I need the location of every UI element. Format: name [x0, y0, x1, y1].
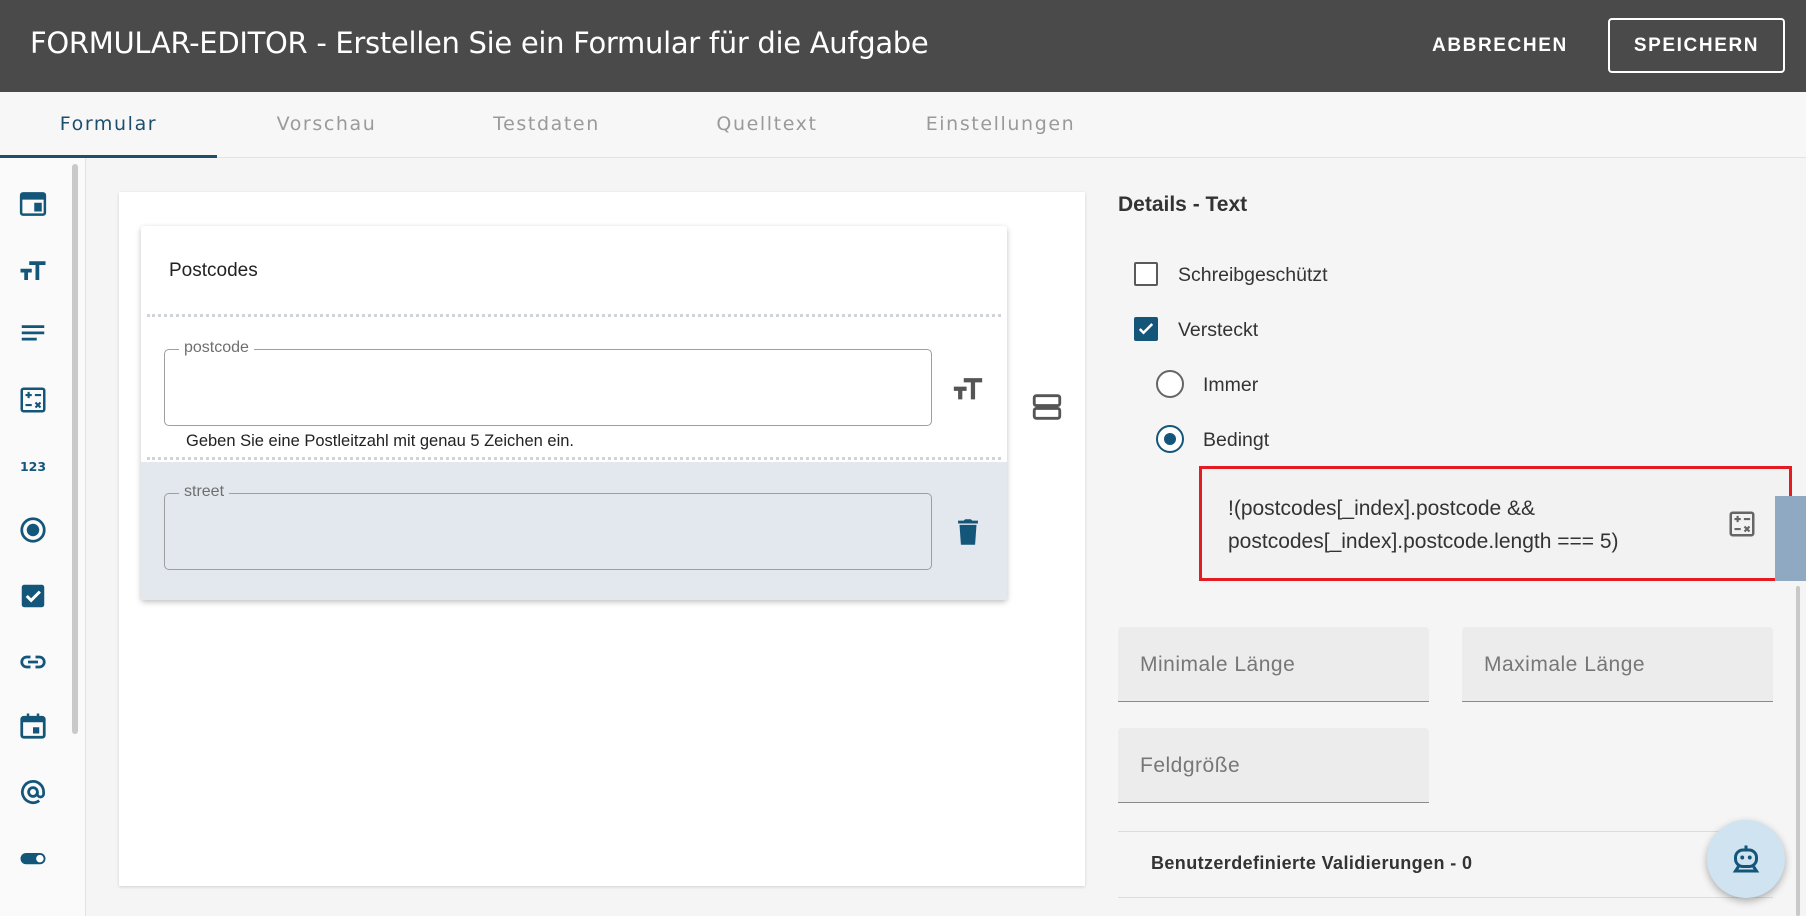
layout-rows-icon[interactable]	[1030, 390, 1064, 424]
street-field-label: street	[179, 483, 230, 501]
save-button[interactable]: SPEICHERN	[1608, 18, 1785, 73]
delete-icon[interactable]	[951, 515, 985, 549]
dropzone-divider	[147, 457, 1001, 460]
tab-bar: Formular Vorschau Testdaten Quelltext Ei…	[0, 92, 1806, 158]
page-title: FORMULAR-EDITOR - Erstellen Sie ein Form…	[30, 26, 929, 60]
calendar-icon[interactable]	[17, 710, 49, 742]
details-scrollbar[interactable]	[1796, 586, 1800, 916]
textarea-icon[interactable]	[17, 318, 49, 350]
min-length-field[interactable]: Minimale Länge	[1118, 627, 1429, 702]
hidden-label: Versteckt	[1178, 319, 1259, 341]
section-divider	[1118, 831, 1773, 832]
field-size-field[interactable]: Feldgröße	[1118, 728, 1429, 803]
always-label: Immer	[1203, 374, 1259, 396]
radio-icon[interactable]	[17, 514, 49, 546]
app-header: FORMULAR-EDITOR - Erstellen Sie ein Form…	[0, 0, 1806, 92]
panel-title: Postcodes	[169, 260, 258, 281]
tab-quelltext[interactable]: Quelltext	[657, 92, 877, 158]
assistant-bot-button[interactable]	[1707, 820, 1785, 898]
panel-collapse-handle[interactable]	[1775, 496, 1806, 581]
robot-icon	[1732, 845, 1760, 873]
number-icon[interactable]: 123	[17, 450, 49, 482]
toolbar-scrollbar[interactable]	[72, 164, 78, 734]
custom-validations-header[interactable]: Benutzerdefinierte Validierungen - 0	[1151, 853, 1472, 874]
section-divider	[1118, 897, 1773, 898]
form-panel-card[interactable]: Postcodes postcode Geben Sie eine Postle…	[141, 226, 1007, 600]
postcode-field-label: postcode	[179, 339, 254, 357]
tab-formular[interactable]: Formular	[0, 92, 217, 158]
condition-expression-text[interactable]: !(postcodes[_index].postcode && postcode…	[1228, 492, 1708, 558]
component-toolbar: 123	[0, 158, 86, 916]
toggle-icon[interactable]	[17, 842, 49, 874]
email-icon[interactable]	[17, 776, 49, 808]
postcode-hint: Geben Sie eine Postleitzahl mit genau 5 …	[186, 432, 574, 450]
text-size-icon[interactable]	[951, 371, 985, 405]
condition-expression-field[interactable]: !(postcodes[_index].postcode && postcode…	[1199, 466, 1792, 581]
panel-icon[interactable]	[17, 188, 49, 220]
conditional-label: Bedingt	[1203, 429, 1270, 451]
always-radio[interactable]	[1156, 370, 1184, 398]
hidden-checkbox[interactable]	[1134, 317, 1158, 341]
readonly-checkbox[interactable]	[1134, 262, 1158, 286]
street-field[interactable]	[164, 493, 932, 570]
conditional-radio[interactable]	[1156, 425, 1184, 453]
checkbox-icon[interactable]	[17, 580, 49, 612]
tab-einstellungen[interactable]: Einstellungen	[877, 92, 1124, 158]
tab-vorschau[interactable]: Vorschau	[217, 92, 436, 158]
calculator-icon[interactable]	[1727, 509, 1757, 539]
svg-text:123: 123	[20, 459, 46, 474]
tab-testdaten[interactable]: Testdaten	[436, 92, 657, 158]
postcode-field[interactable]	[164, 349, 932, 426]
calculator-icon[interactable]	[17, 384, 49, 416]
max-length-field[interactable]: Maximale Länge	[1462, 627, 1773, 702]
details-title: Details - Text	[1118, 193, 1248, 216]
readonly-label: Schreibgeschützt	[1178, 264, 1328, 286]
link-icon[interactable]	[17, 646, 49, 678]
dropzone-divider	[147, 314, 1001, 317]
text-size-icon[interactable]	[17, 254, 49, 286]
cancel-button[interactable]: ABBRECHEN	[1420, 28, 1580, 64]
